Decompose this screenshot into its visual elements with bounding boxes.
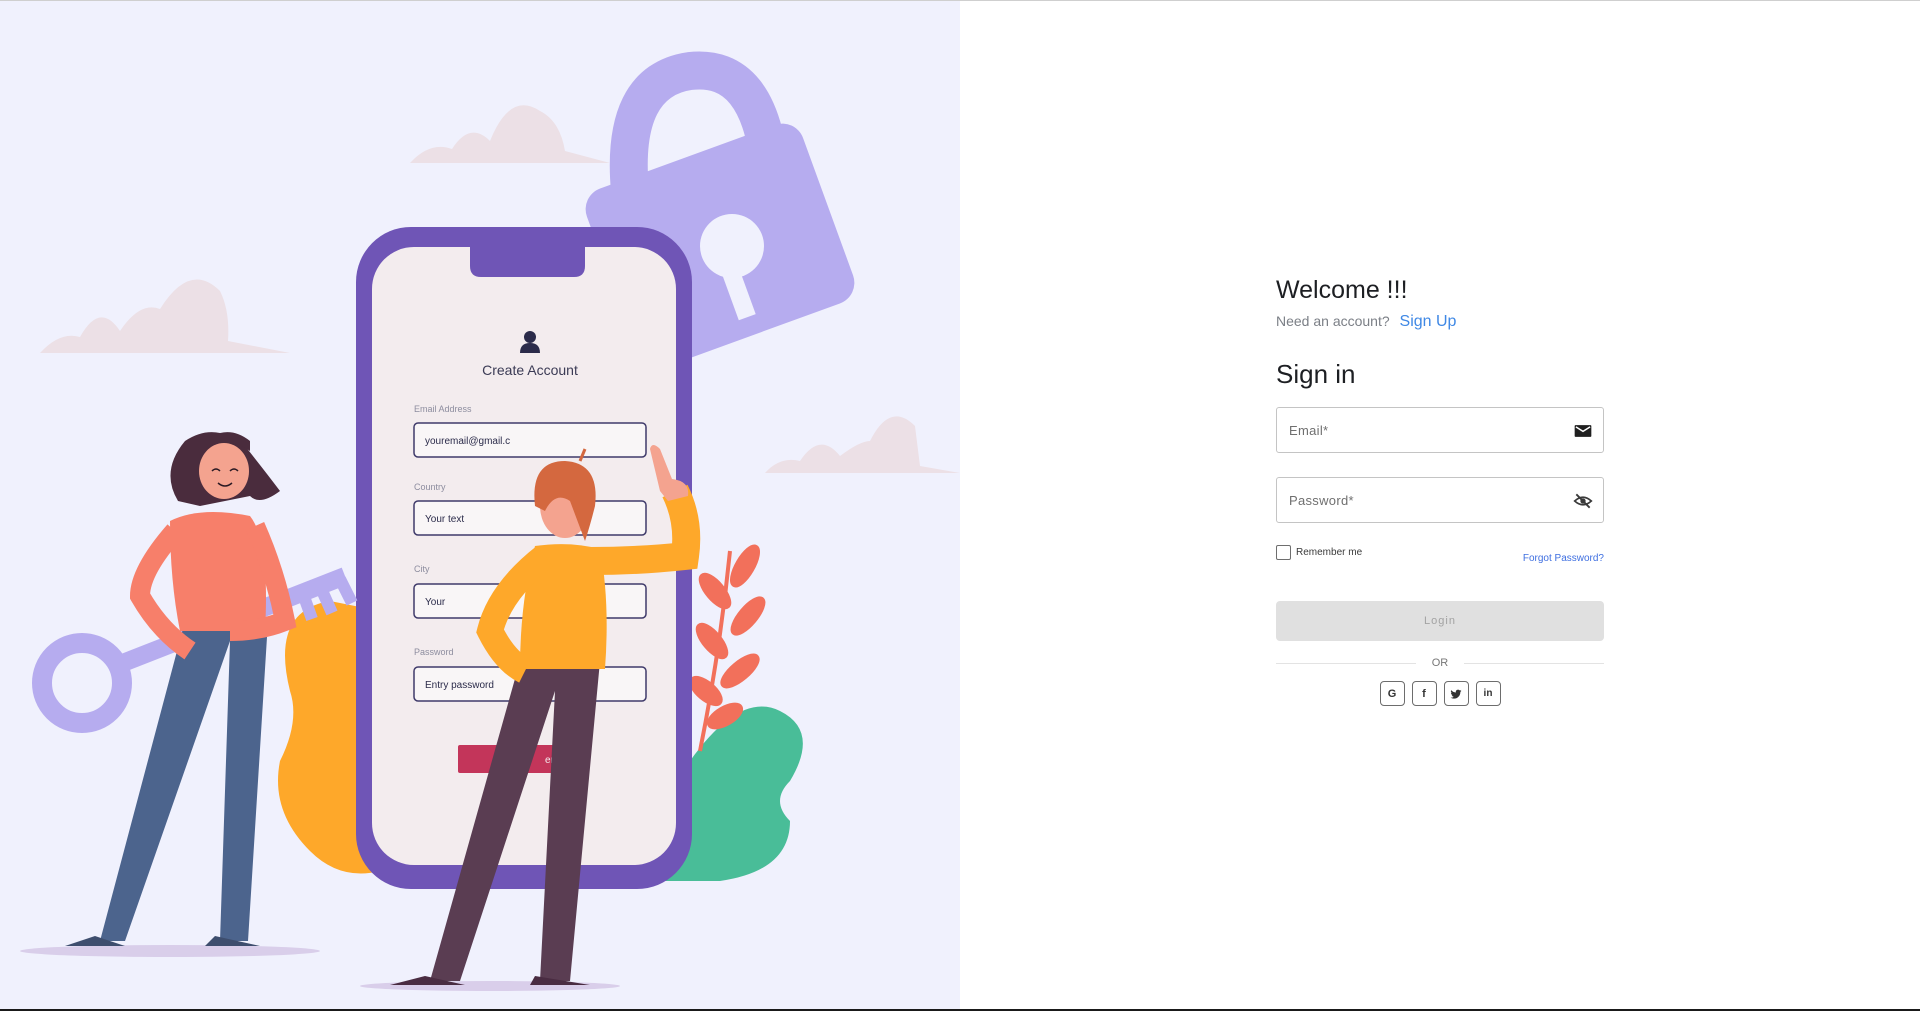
email-field-container [1276, 407, 1604, 453]
phone-city-label: City [414, 564, 430, 574]
twitter-login-button[interactable] [1443, 681, 1469, 706]
phone-password-value: Entry password [425, 680, 494, 691]
signup-prompt: Need an account? Sign Up [1276, 313, 1604, 331]
facebook-login-button[interactable]: f [1411, 681, 1437, 706]
remember-checkbox[interactable] [1276, 545, 1291, 560]
key-shape [32, 633, 132, 733]
remember-label: Remember me [1296, 547, 1363, 558]
phone-email-value: youremail@gmail.c [425, 436, 510, 447]
login-panel: Welcome !!! Need an account? Sign Up Sig… [960, 1, 1920, 1009]
google-icon: G [1387, 687, 1397, 700]
twitter-icon [1450, 689, 1462, 699]
welcome-heading: Welcome !!! [1276, 276, 1408, 304]
phone-form-title: Create Account [482, 362, 578, 378]
login-form: Welcome !!! Need an account? Sign Up Sig… [1276, 275, 1604, 706]
password-field-container [1276, 477, 1604, 523]
phone-country-label: Country [414, 482, 446, 492]
login-options: Remember me Forgot Password? [1276, 543, 1604, 567]
divider-line [1464, 663, 1604, 664]
linkedin-icon: in [1483, 688, 1493, 699]
login-button[interactable]: Login [1276, 601, 1604, 641]
mail-icon [1574, 425, 1592, 437]
phone-password-label: Password [414, 647, 454, 657]
signup-link[interactable]: Sign Up [1400, 313, 1457, 330]
user-icon [524, 331, 536, 343]
or-divider: OR [1276, 655, 1604, 671]
eye-off-icon[interactable] [1573, 491, 1593, 511]
phone-email-label: Email Address [414, 404, 472, 414]
phone-city-value: Your [425, 597, 446, 608]
forgot-password-link[interactable]: Forgot Password? [1523, 553, 1604, 564]
signin-heading: Sign in [1276, 359, 1356, 389]
email-input[interactable] [1277, 408, 1569, 452]
login-illustration: Create Account Email Address youremail@g… [20, 51, 960, 991]
social-login-row: G f in [1276, 681, 1604, 706]
phone-country-value: Your text [425, 514, 464, 525]
need-account-text: Need an account? [1276, 313, 1390, 329]
linkedin-login-button[interactable]: in [1475, 681, 1501, 706]
password-input[interactable] [1277, 478, 1569, 522]
illustration-panel: Create Account Email Address youremail@g… [0, 1, 960, 1009]
facebook-icon: f [1422, 687, 1426, 700]
google-login-button[interactable]: G [1379, 681, 1405, 706]
